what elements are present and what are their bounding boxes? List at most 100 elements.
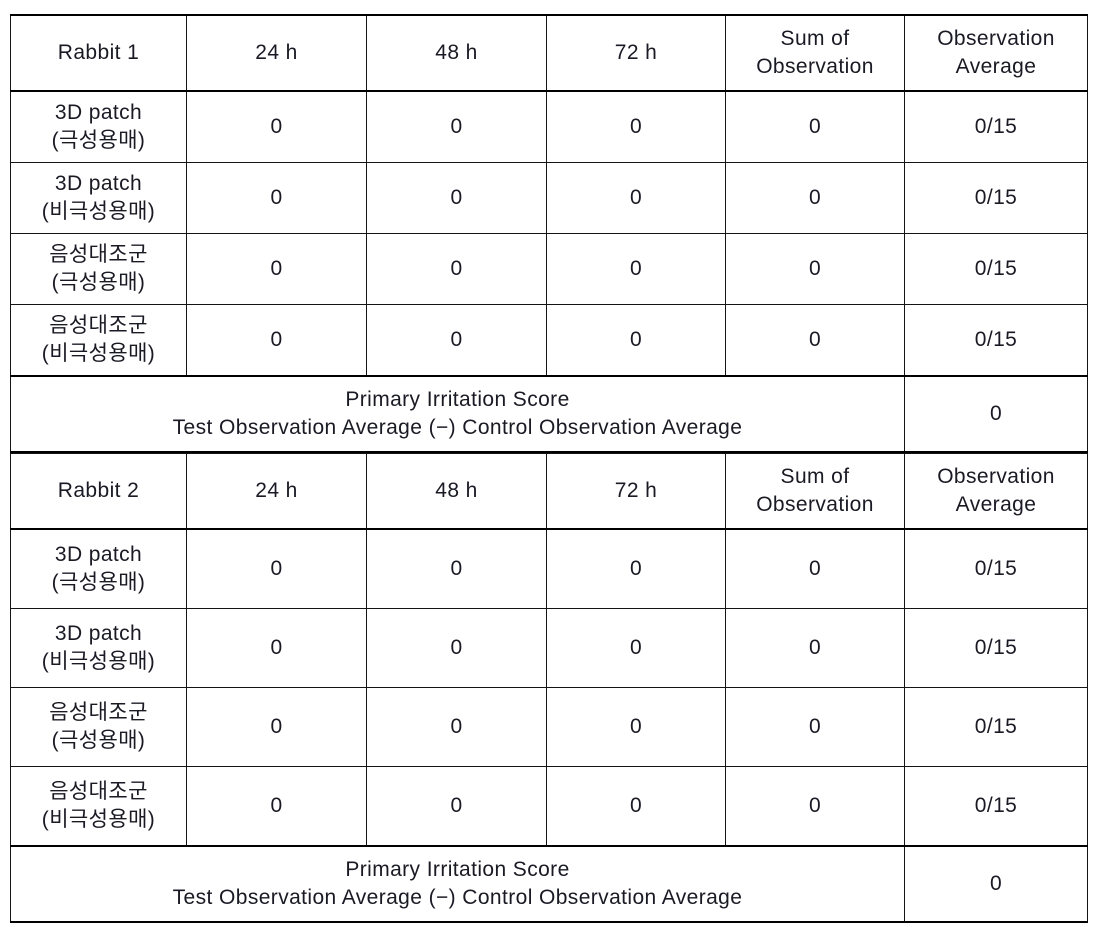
score-line-1: Primary Irritation Score: [345, 858, 570, 882]
header-line-1: Observation: [937, 465, 1055, 489]
cell-average: 0/15: [904, 90, 1088, 163]
cell-sum: 0: [725, 162, 905, 234]
row-label-line-2: (극성용매): [51, 571, 146, 594]
row-label-line-2: (극성용매): [51, 271, 146, 294]
row-label-negative-control-nonpolar: 음성대조군 (비극성용매): [10, 304, 187, 377]
cell-48h: 0: [366, 528, 547, 609]
primary-irritation-score-row: Primary Irritation Score Test Observatio…: [10, 845, 1088, 923]
row-label-line-2: (비극성용매): [41, 200, 156, 223]
header-cell-subject: Rabbit 2: [10, 453, 187, 530]
cell-average: 0/15: [904, 233, 1088, 305]
header-line-1: Sum of: [780, 465, 850, 489]
cell-average: 0/15: [904, 608, 1088, 688]
cell-24h: 0: [186, 687, 367, 767]
row-label-line-2: (비극성용매): [41, 808, 156, 831]
row-label-line-1: 3D patch: [54, 543, 143, 567]
cell-48h: 0: [366, 766, 547, 847]
cell-24h: 0: [186, 162, 367, 234]
cell-48h: 0: [366, 233, 547, 305]
cell-sum: 0: [725, 608, 905, 688]
row-label-line-1: 음성대조군: [49, 243, 148, 267]
row-label-line-1: 음성대조군: [49, 780, 148, 804]
header-line-1: 48 h: [435, 41, 478, 65]
header-cell-24h: 24 h: [186, 453, 367, 530]
cell-72h: 0: [546, 162, 726, 234]
cell-average: 0/15: [904, 162, 1088, 234]
primary-irritation-score-label: Primary Irritation Score Test Observatio…: [10, 375, 905, 453]
header-line-1: 72 h: [614, 479, 658, 503]
cell-24h: 0: [186, 233, 367, 305]
table-row: 3D patch (극성용매) 0 0 0 0 0/15: [10, 90, 1088, 163]
row-label-3d-patch-polar: 3D patch (극성용매): [10, 90, 187, 163]
score-line-2: Test Observation Average (−) Control Obs…: [172, 416, 743, 439]
header-line-1: 24 h: [255, 41, 298, 65]
table-row: 음성대조군 (극성용매) 0 0 0 0 0/15: [10, 687, 1088, 767]
cell-sum: 0: [725, 90, 905, 163]
cell-sum: 0: [725, 528, 905, 609]
cell-48h: 0: [366, 687, 547, 767]
row-label-line-2: (비극성용매): [41, 342, 156, 365]
table-row: 음성대조군 (비극성용매) 0 0 0 0 0/15: [10, 766, 1088, 847]
row-label-line-1: 음성대조군: [49, 314, 148, 338]
header-cell-observation-average: Observation Average: [904, 453, 1088, 530]
cell-72h: 0: [546, 608, 726, 688]
header-line-1: Sum of: [780, 27, 850, 51]
cell-48h: 0: [366, 304, 547, 377]
header-cell-sum-of-observation: Sum of Observation: [725, 453, 905, 530]
header-cell-subject: Rabbit 1: [10, 14, 187, 92]
row-label-line-1: 3D patch: [54, 101, 143, 125]
row-label-line-2: (비극성용매): [41, 650, 156, 673]
header-line-1: 24 h: [255, 479, 298, 503]
header-cell-sum-of-observation: Sum of Observation: [725, 14, 905, 92]
header-line-1: Rabbit 2: [57, 479, 140, 503]
header-cell-72h: 72 h: [546, 14, 726, 92]
row-label-line-1: 3D patch: [54, 622, 143, 646]
table-row: 음성대조군 (비극성용매) 0 0 0 0 0/15: [10, 304, 1088, 377]
table-row: 3D patch (비극성용매) 0 0 0 0 0/15: [10, 162, 1088, 234]
row-label-line-1: 3D patch: [54, 172, 143, 196]
primary-irritation-score-value: 0: [904, 375, 1088, 453]
table-header-row: Rabbit 1 24 h 48 h 72 h Sum of Observati…: [10, 14, 1088, 92]
row-label-line-2: (극성용매): [51, 129, 146, 152]
score-line-1: Primary Irritation Score: [345, 388, 570, 412]
row-label-3d-patch-nonpolar: 3D patch (비극성용매): [10, 162, 187, 234]
rabbit-2-table: Rabbit 2 24 h 48 h 72 h Sum of Observati…: [10, 453, 1088, 923]
header-line-1: Rabbit 1: [57, 41, 140, 65]
cell-48h: 0: [366, 90, 547, 163]
primary-irritation-score-row: Primary Irritation Score Test Observatio…: [10, 375, 1088, 453]
cell-72h: 0: [546, 766, 726, 847]
cell-average: 0/15: [904, 687, 1088, 767]
header-line-2: Observation: [756, 55, 874, 78]
cell-24h: 0: [186, 528, 367, 609]
header-line-1: Observation: [937, 27, 1055, 51]
row-label-3d-patch-nonpolar: 3D patch (비극성용매): [10, 608, 187, 688]
table-row: 3D patch (비극성용매) 0 0 0 0 0/15: [10, 608, 1088, 688]
document-page: Rabbit 1 24 h 48 h 72 h Sum of Observati…: [0, 0, 1114, 927]
header-line-1: 48 h: [435, 479, 478, 503]
cell-24h: 0: [186, 90, 367, 163]
primary-irritation-score-value: 0: [904, 845, 1088, 923]
row-label-line-2: (극성용매): [51, 729, 146, 752]
cell-72h: 0: [546, 90, 726, 163]
header-line-1: 72 h: [614, 41, 658, 65]
cell-24h: 0: [186, 766, 367, 847]
cell-average: 0/15: [904, 766, 1088, 847]
cell-24h: 0: [186, 608, 367, 688]
cell-72h: 0: [546, 233, 726, 305]
row-label-3d-patch-polar: 3D patch (극성용매): [10, 528, 187, 609]
cell-48h: 0: [366, 608, 547, 688]
row-label-negative-control-polar: 음성대조군 (극성용매): [10, 233, 187, 305]
cell-sum: 0: [725, 766, 905, 847]
row-label-negative-control-nonpolar: 음성대조군 (비극성용매): [10, 766, 187, 847]
header-line-2: Average: [955, 55, 1037, 78]
table-header-row: Rabbit 2 24 h 48 h 72 h Sum of Observati…: [10, 453, 1088, 530]
cell-sum: 0: [725, 233, 905, 305]
cell-24h: 0: [186, 304, 367, 377]
cell-72h: 0: [546, 528, 726, 609]
row-label-line-1: 음성대조군: [49, 701, 148, 725]
cell-48h: 0: [366, 162, 547, 234]
cell-sum: 0: [725, 304, 905, 377]
cell-72h: 0: [546, 687, 726, 767]
cell-sum: 0: [725, 687, 905, 767]
header-cell-48h: 48 h: [366, 453, 547, 530]
